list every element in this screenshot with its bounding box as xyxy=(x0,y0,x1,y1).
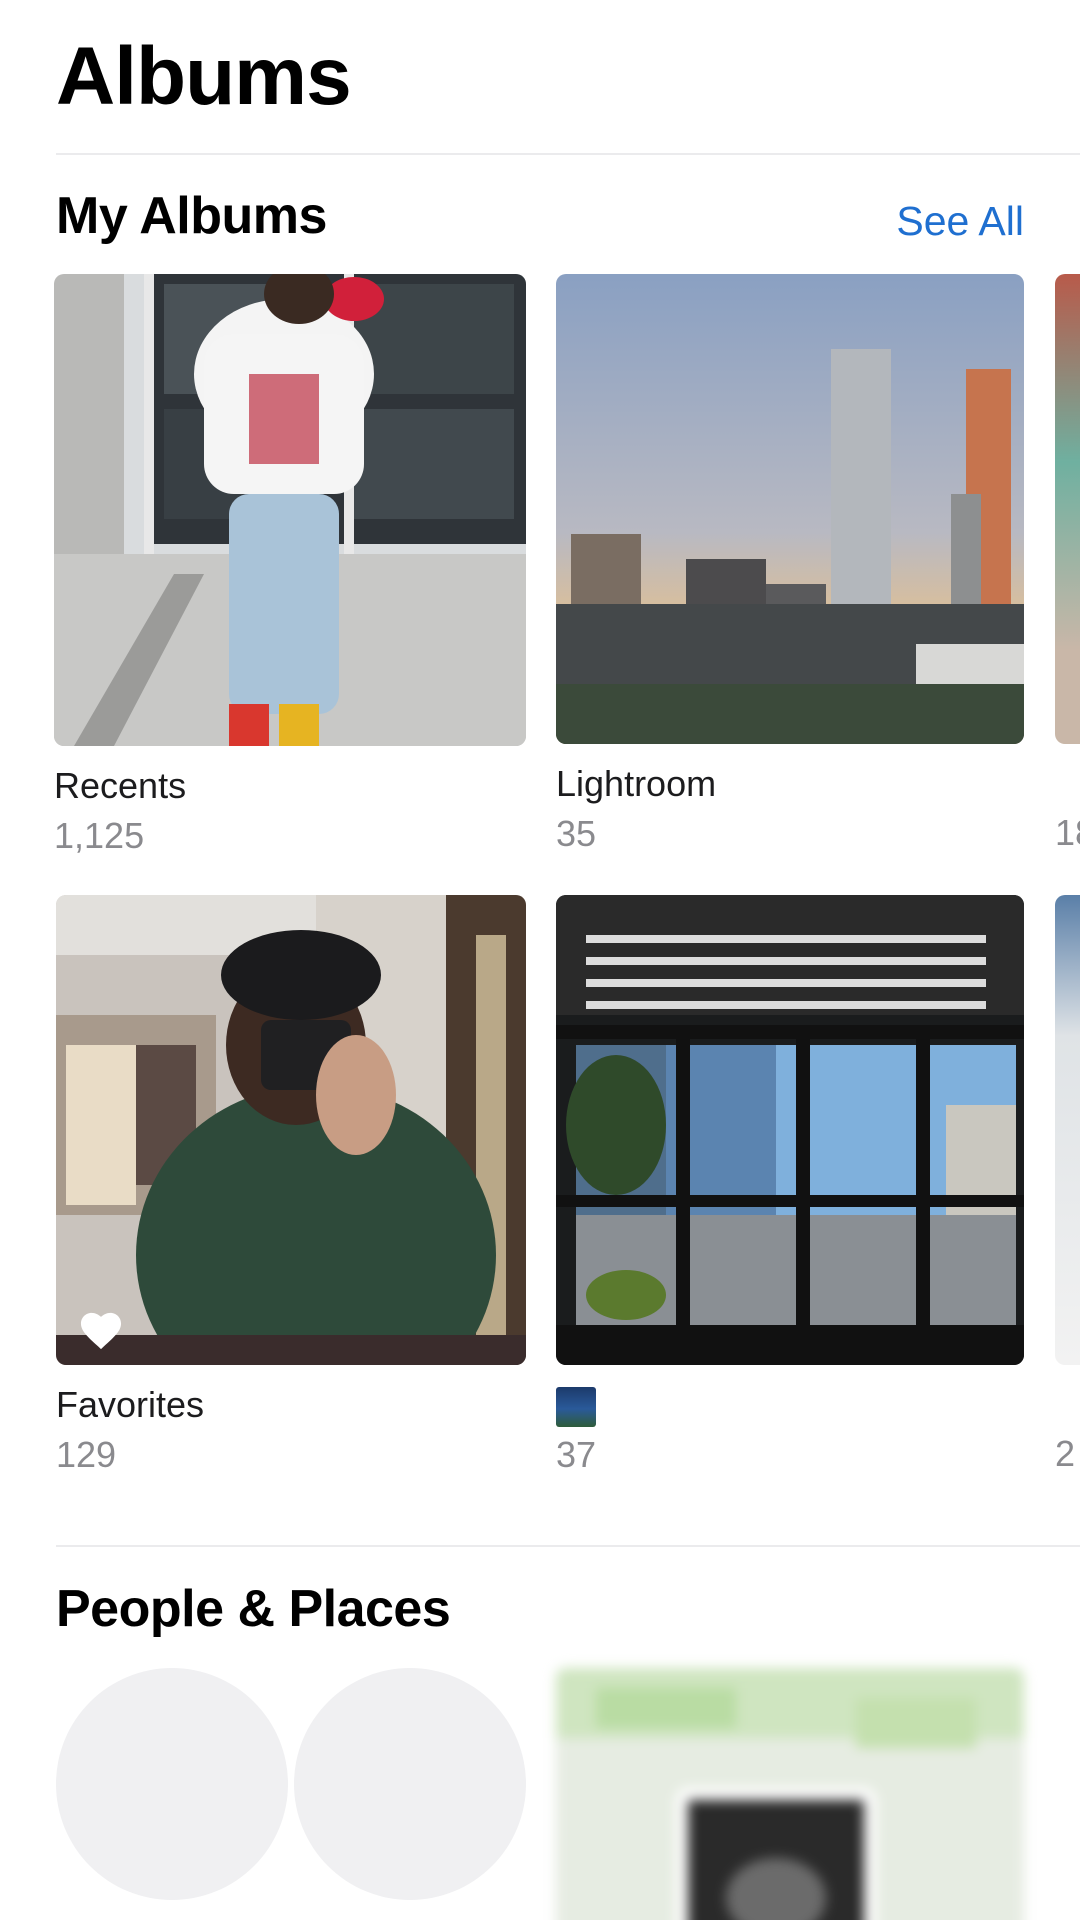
album-favorites[interactable]: Favorites 129 xyxy=(56,895,526,1476)
see-all-button[interactable]: See All xyxy=(896,198,1024,245)
album-count: 35 xyxy=(556,813,597,854)
album-peek-top[interactable]: 18 xyxy=(1055,274,1080,854)
album-count: 129 xyxy=(56,1434,117,1475)
favorite-heart-icon xyxy=(80,1312,122,1350)
album-thumbnail-peek xyxy=(1055,274,1080,744)
album-count: 18 xyxy=(1055,812,1080,853)
person-placeholder[interactable] xyxy=(56,1668,288,1900)
people-places-heading: People & Places xyxy=(56,1580,451,1638)
page-title: Albums xyxy=(56,31,352,122)
places-map-thumbnail[interactable] xyxy=(556,1668,1024,1920)
album-count: 37 xyxy=(556,1434,597,1475)
album-name: Favorites xyxy=(56,1384,205,1425)
section-divider xyxy=(56,1545,1080,1547)
album-thumbnail-recents xyxy=(54,274,526,746)
city-emoji-icon xyxy=(556,1387,596,1428)
album-name: Recents xyxy=(54,765,187,806)
album-thumbnail-peek xyxy=(1055,895,1080,1365)
my-albums-heading: My Albums xyxy=(56,187,327,245)
album-cityscape[interactable]: 37 xyxy=(556,895,1024,1476)
album-thumbnail-cityscape xyxy=(556,895,1024,1365)
album-name: Lightroom xyxy=(556,763,717,804)
album-count: 1,125 xyxy=(54,815,145,856)
album-thumbnail-favorites xyxy=(56,895,526,1365)
person-placeholder[interactable] xyxy=(294,1668,526,1900)
title-divider xyxy=(56,153,1080,155)
albums-screen: Albums My Albums See All Recents 1,125 L… xyxy=(0,0,1080,1920)
album-peek-bottom[interactable]: 2 xyxy=(1055,895,1080,1475)
album-lightroom[interactable]: Lightroom 35 xyxy=(556,274,1024,855)
album-count: 2 xyxy=(1055,1433,1076,1474)
album-thumbnail-lightroom xyxy=(556,274,1024,744)
album-name xyxy=(556,1383,1024,1429)
album-recents[interactable]: Recents 1,125 xyxy=(54,274,526,857)
